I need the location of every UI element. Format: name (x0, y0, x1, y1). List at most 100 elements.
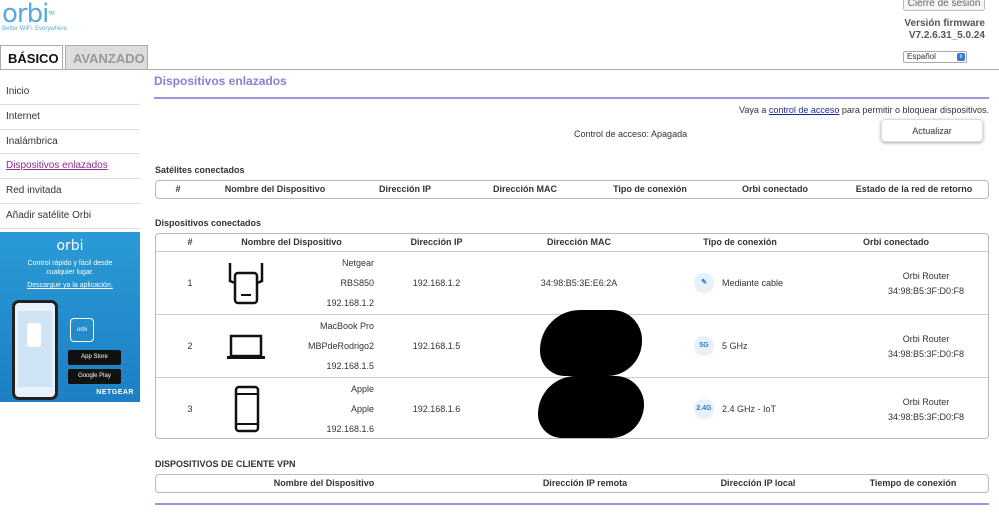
col-device-name: Nombre del Dispositivo (273, 478, 375, 488)
sidebar-item-internet[interactable]: Internet (0, 105, 140, 130)
row-ip: 192.168.1.5 (412, 341, 461, 351)
device-name-cell: Netgear RBS850 192.168.1.2 (224, 258, 379, 308)
wired-icon: ✎ (694, 273, 714, 293)
header-divider (0, 69, 999, 70)
sidebar-item-add-satellite[interactable]: Añadir satélite Orbi (0, 204, 140, 229)
connection-type: Mediante cable (722, 278, 784, 288)
access-suffix: para permitir o bloquear dispositivos. (841, 105, 989, 115)
logo-tagline: Better WiFi. Everywhere. (2, 26, 69, 32)
promo-text: Control rápido y fácil desde cualquier l… (27, 260, 113, 276)
device-name: Apple (350, 384, 374, 394)
col-num: # (175, 184, 181, 194)
language-value: Español (907, 52, 936, 61)
sidebar-item-guest-network[interactable]: Red invitada (0, 179, 140, 204)
access-control-status: Control de acceso: Apagada (574, 129, 688, 139)
bottom-divider (155, 503, 989, 505)
device-ip: 192.168.1.2 (326, 298, 374, 308)
language-select[interactable]: Español ⇕ (903, 51, 967, 63)
app-promo-banner[interactable]: orbi Control rápido y fácil desde cualqu… (0, 232, 140, 402)
device-name-cell: MacBook Pro MBPdeRodrigo2 192.168.1.5 (224, 321, 379, 371)
laptop-icon (227, 334, 265, 359)
sidebar-nav: Inicio Internet Inalámbrica Dispositivos… (0, 80, 140, 229)
phone-illustration-icon (12, 300, 58, 400)
devices-table-header: # Nombre del Dispositivo Dirección IP Di… (156, 234, 988, 251)
row-mac: 34:98:B5:3E:E6:2A (540, 278, 618, 288)
sidebar-item-wireless[interactable]: Inalámbrica (0, 130, 140, 155)
device-name-cell: Apple Apple 192.168.1.6 (224, 384, 379, 434)
satellites-table: # Nombre del Dispositivo Dirección IP Di… (155, 180, 989, 199)
access-control-link[interactable]: control de acceso (769, 105, 840, 115)
col-local-ip: Dirección IP local (720, 478, 796, 488)
satellites-table-header: # Nombre del Dispositivo Dirección IP Di… (156, 181, 988, 198)
orbi-mac: 34:98:B5:3F:D0:F8 (887, 348, 965, 359)
orbi-cell: Orbi Router 34:98:B5:3F:D0:F8 (864, 271, 988, 296)
table-row: 1 Netgear RBS850 192.168.1.2 192.168.1.2… (156, 251, 988, 314)
orbi-cell: Orbi Router 34:98:B5:3F:D0:F8 (864, 397, 988, 422)
col-connection-type: Tipo de conexión (703, 237, 777, 247)
orbi-name: Orbi Router (902, 270, 950, 281)
col-device-name: Nombre del Dispositivo (224, 184, 326, 194)
title-divider (154, 97, 989, 99)
col-backhaul-status: Estado de la red de retorno (855, 184, 973, 194)
device-name: Netgear (341, 258, 374, 268)
col-device-name: Nombre del Dispositivo (241, 237, 342, 247)
device-name-lines: Apple Apple 192.168.1.6 (326, 384, 379, 434)
wifi-5g-icon: 5G (694, 336, 714, 356)
row-num: 3 (187, 404, 193, 414)
extender-icon (228, 263, 264, 305)
logout-button[interactable]: Cierre de sesión (903, 0, 985, 11)
orbi-name: Orbi Router (902, 333, 950, 344)
vpn-table: Nombre del Dispositivo Dirección IP remo… (155, 474, 989, 493)
app-store-badge[interactable]: App Store (68, 350, 121, 365)
vpn-title: DISPOSITIVOS DE CLIENTE VPN (155, 459, 296, 469)
satellites-title: Satélites conectados (155, 165, 245, 175)
wifi-2g-icon: 2.4G (694, 399, 714, 419)
netgear-logo: NETGEAR (96, 389, 134, 396)
row-ip: 192.168.1.2 (412, 278, 461, 288)
main-tabs: BÁSICO AVANZADO (0, 45, 148, 70)
col-ip: Dirección IP (378, 184, 432, 194)
connection-cell: 2.4G 2.4 GHz - IoT (664, 399, 864, 419)
device-name: MacBook Pro (319, 321, 374, 331)
firmware-info: Versión firmware V7.2.6.31_5.0.24 (904, 18, 985, 42)
firmware-label: Versión firmware (904, 18, 985, 29)
col-orbi-connected: Orbi conectado (741, 184, 808, 194)
device-name-lines: MacBook Pro MBPdeRodrigo2 192.168.1.5 (308, 321, 379, 371)
tab-advanced[interactable]: AVANZADO (65, 45, 148, 70)
select-arrows-icon: ⇕ (957, 53, 965, 61)
devices-title: Dispositivos conectados (155, 218, 262, 228)
col-mac: Dirección MAC (546, 237, 611, 247)
col-orbi-connected: Orbi conectado (862, 237, 929, 247)
col-connection-time: Tiempo de conexión (869, 478, 957, 488)
connection-type: 5 GHz (722, 341, 748, 351)
row-num: 1 (187, 278, 193, 288)
redaction-mark (540, 310, 642, 376)
tab-basic[interactable]: BÁSICO (0, 45, 63, 70)
firmware-version: V7.2.6.31_5.0.24 (908, 30, 985, 41)
col-ip: Dirección IP (410, 237, 463, 247)
sidebar-item-home[interactable]: Inicio (0, 80, 140, 105)
vpn-table-header: Nombre del Dispositivo Dirección IP remo… (156, 475, 988, 492)
col-num: # (187, 237, 193, 247)
access-prefix: Vaya a (738, 105, 767, 115)
promo-download-link[interactable]: Descargue ya la aplicación. (0, 282, 140, 289)
device-ip: 192.168.1.5 (326, 361, 374, 371)
device-ip: 192.168.1.6 (326, 424, 374, 434)
connection-cell: 5G 5 GHz (664, 336, 864, 356)
promo-logo: orbi (56, 238, 84, 254)
sidebar-item-attached-devices[interactable]: Dispositivos enlazados (0, 154, 140, 180)
redaction-mark (538, 376, 644, 438)
phone-icon (234, 385, 260, 433)
orbi-mac: 34:98:B5:3F:D0:F8 (887, 411, 965, 422)
orbi-mac: 34:98:B5:3F:D0:F8 (887, 285, 965, 296)
orbi-cell: Orbi Router 34:98:B5:3F:D0:F8 (864, 334, 988, 359)
connection-cell: ✎ Mediante cable (664, 273, 864, 293)
google-play-badge[interactable]: Google Play (68, 369, 121, 384)
col-connection-type: Tipo de conexión (613, 184, 687, 194)
device-name-lines: Netgear RBS850 192.168.1.2 (326, 258, 379, 308)
device-model: MBPdeRodrigo2 (307, 341, 374, 351)
device-model: Apple (350, 404, 374, 414)
refresh-button[interactable]: Actualizar (881, 119, 983, 142)
page-title: Dispositivos enlazados (154, 74, 287, 88)
col-remote-ip: Dirección IP remota (542, 478, 628, 488)
